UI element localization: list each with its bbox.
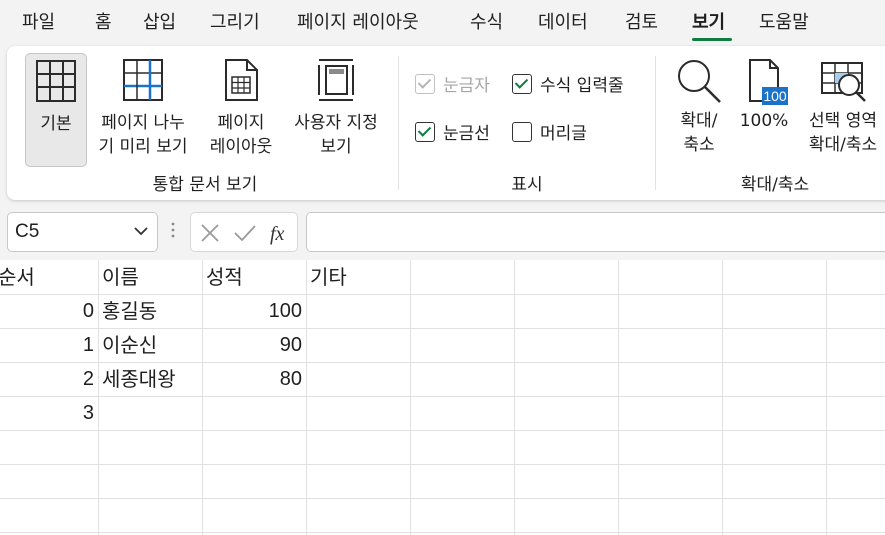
headings-checkbox[interactable]: 머리글 xyxy=(512,119,587,144)
page-layout-icon xyxy=(225,59,258,101)
zoom-to-selection-icon xyxy=(821,62,866,102)
workbook-views-group-label: 통합 문서 보기 xyxy=(152,175,258,195)
cell-order[interactable]: 3 xyxy=(0,396,98,430)
zoom-100-icon-text: 100 xyxy=(763,88,787,104)
tab-draw[interactable]: 그리기 xyxy=(210,8,260,38)
enter-icon[interactable] xyxy=(233,222,257,244)
zoom-label-1: 확대/ xyxy=(680,111,718,131)
cell-name[interactable]: 세종대왕 xyxy=(98,362,202,396)
tab-help[interactable]: 도움말 xyxy=(759,8,809,38)
page-layout-label-2: 레이아웃 xyxy=(209,137,273,157)
gridlines-checkbox-box xyxy=(415,121,435,142)
chevron-down-icon[interactable] xyxy=(133,213,149,251)
cell-header-other[interactable]: 기타 xyxy=(306,260,410,294)
tab-formulas[interactable]: 수식 xyxy=(470,8,503,38)
tab-home[interactable]: 홈 xyxy=(95,8,112,38)
svg-text:fx: fx xyxy=(270,223,285,245)
gridlines-checkbox[interactable]: 눈금선 xyxy=(415,119,490,144)
tab-file[interactable]: 파일 xyxy=(22,8,55,38)
zoom-icon xyxy=(678,60,721,103)
ruler-label: 눈금자 xyxy=(443,76,490,96)
function-icon[interactable]: fx xyxy=(269,220,293,246)
more-options-icon[interactable] xyxy=(168,220,178,240)
gridlines-label: 눈금선 xyxy=(443,124,490,144)
name-box-value: C5 xyxy=(15,221,40,242)
zoom-selection-label-1: 선택 영역 xyxy=(809,111,877,131)
formula-bar-area: C5 fx xyxy=(0,208,885,260)
cell-score[interactable] xyxy=(202,396,306,430)
formula-input[interactable] xyxy=(306,212,885,252)
cell-header-order[interactable]: 순서 xyxy=(0,260,98,294)
formula-buttons: fx xyxy=(190,212,298,252)
formula-bar-label: 수식 입력줄 xyxy=(540,76,624,96)
cell-header-name[interactable]: 이름 xyxy=(98,260,202,294)
custom-views-icon xyxy=(318,59,354,101)
ruler-checkbox[interactable]: 눈금자 xyxy=(415,71,490,96)
cell-score[interactable]: 100 xyxy=(202,294,306,328)
cell-header-score[interactable]: 성적 xyxy=(202,260,306,294)
show-group-label: 표시 xyxy=(511,175,543,195)
zoom-100-label: 100% xyxy=(739,111,789,131)
page-layout-label-1: 페이지 xyxy=(217,113,265,133)
menu-bar: 파일 홈 삽입 그리기 페이지 레이아웃 수식 데이터 검토 보기 도움말 xyxy=(0,0,885,46)
worksheet-grid[interactable]: 순서 이름 성적 기타 0 홍길동 100 1 이순신 90 2 세종대왕 80… xyxy=(0,260,885,535)
normal-view-icon xyxy=(36,60,76,102)
headings-label: 머리글 xyxy=(540,124,587,144)
cell-score[interactable]: 90 xyxy=(202,328,306,362)
formula-bar-checkbox[interactable]: 수식 입력줄 xyxy=(512,71,624,96)
active-tab-indicator xyxy=(692,38,732,41)
cancel-icon[interactable] xyxy=(199,222,221,244)
normal-view-button[interactable]: 기본 xyxy=(25,53,87,167)
normal-view-label: 기본 xyxy=(40,114,72,134)
tab-data[interactable]: 데이터 xyxy=(538,8,588,38)
ruler-checkbox-box xyxy=(415,73,435,94)
custom-views-label-2: 보기 xyxy=(320,137,352,157)
tab-insert[interactable]: 삽입 xyxy=(143,8,176,38)
zoom-100-icon: 100 xyxy=(749,59,788,105)
ribbon: 기본 페이지 나누 기 미리 보기 페이지 레이아웃 사용자 지정 보기 통합 … xyxy=(7,46,885,200)
name-box[interactable]: C5 xyxy=(7,212,158,252)
tab-page-layout[interactable]: 페이지 레이아웃 xyxy=(297,8,419,38)
group-separator xyxy=(655,56,656,190)
page-break-view-icon xyxy=(123,59,163,101)
zoom-to-selection-button[interactable]: 선택 영역 확대/축소 xyxy=(800,53,885,167)
tab-view[interactable]: 보기 xyxy=(692,8,725,38)
cell-name[interactable] xyxy=(98,396,202,430)
cell-name[interactable]: 홍길동 xyxy=(98,294,202,328)
cell-order[interactable]: 0 xyxy=(0,294,98,328)
group-separator xyxy=(398,56,399,190)
zoom-button[interactable]: 확대/ 축소 xyxy=(669,53,729,167)
cell-name[interactable]: 이순신 xyxy=(98,328,202,362)
page-break-label-2: 기 미리 보기 xyxy=(98,137,188,157)
zoom-group-label: 확대/축소 xyxy=(740,175,810,195)
page-break-preview-button[interactable]: 페이지 나누 기 미리 보기 xyxy=(93,53,193,167)
zoom-100-button[interactable]: 100 100% xyxy=(734,53,794,143)
formula-bar-checkbox-box xyxy=(512,73,532,94)
custom-views-label-1: 사용자 지정 xyxy=(294,113,378,133)
headings-checkbox-box xyxy=(512,121,532,142)
cell-order[interactable]: 2 xyxy=(0,362,98,396)
zoom-selection-label-2: 확대/축소 xyxy=(808,135,878,155)
cell-order[interactable]: 1 xyxy=(0,328,98,362)
cell-score[interactable]: 80 xyxy=(202,362,306,396)
page-layout-view-button[interactable]: 페이지 레이아웃 xyxy=(203,53,279,167)
zoom-label-2: 축소 xyxy=(683,135,715,155)
page-break-label-1: 페이지 나누 xyxy=(101,113,185,133)
custom-views-button[interactable]: 사용자 지정 보기 xyxy=(286,53,386,167)
tab-review[interactable]: 검토 xyxy=(625,8,658,38)
